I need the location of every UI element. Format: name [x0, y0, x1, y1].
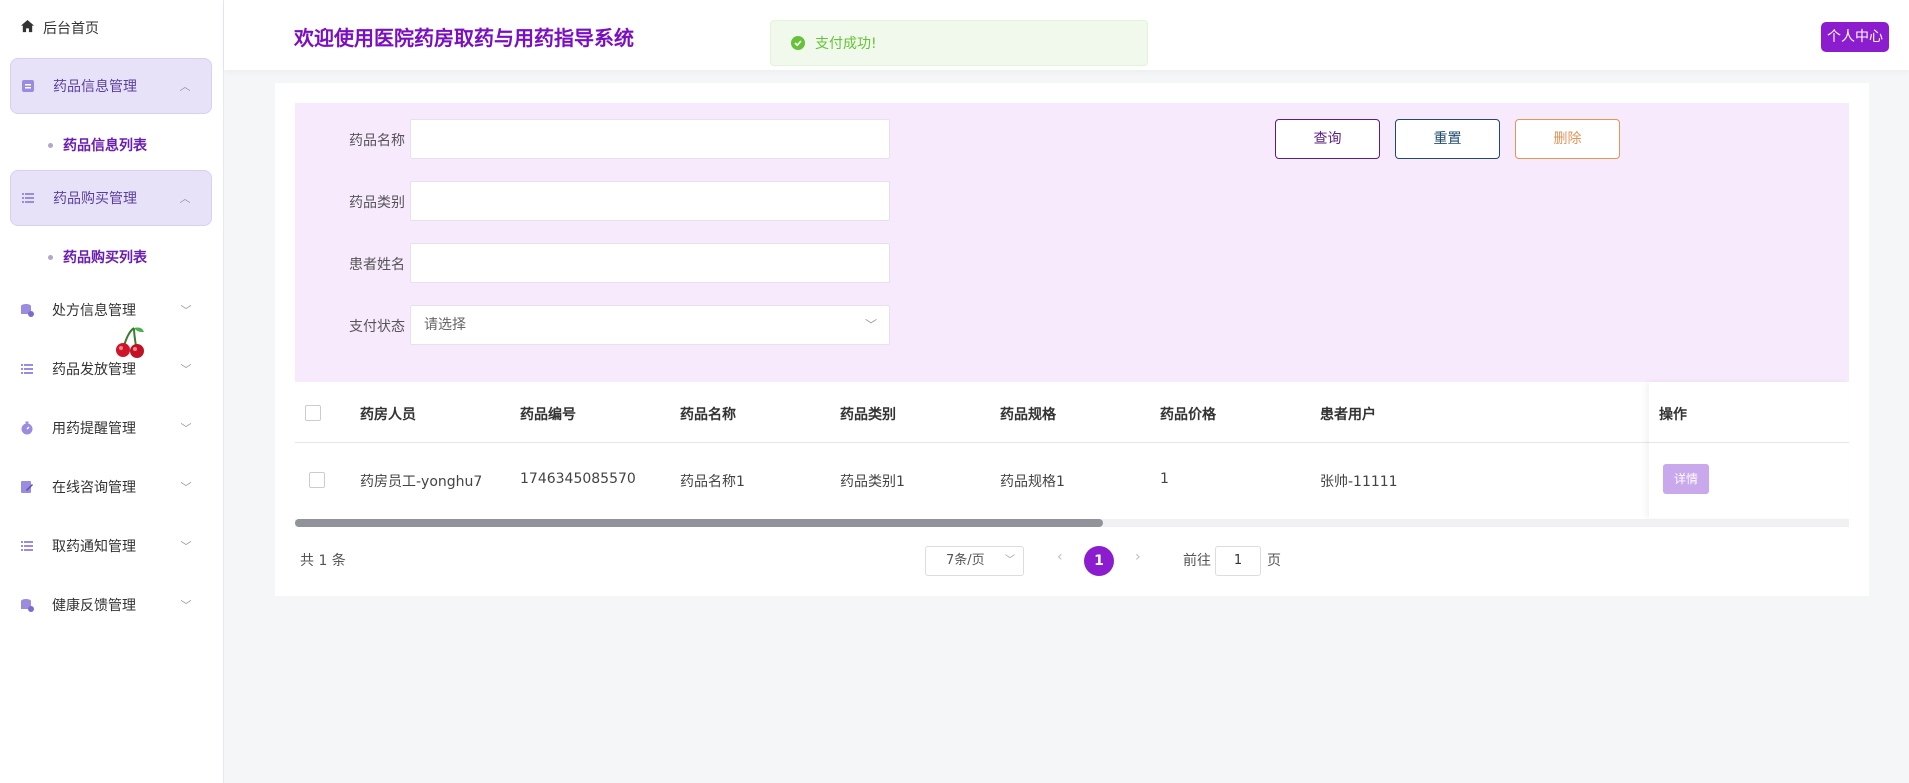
sidebar-group-medication-reminder[interactable]: 用药提醒管理 ﹀	[10, 400, 212, 456]
horizontal-scrollbar[interactable]	[295, 519, 1849, 527]
sidebar-group-pickup-notice[interactable]: 取药通知管理 ﹀	[10, 518, 212, 574]
data-table: 药房人员 药品编号 药品名称 药品类别 药品规格 药品价格 患者用户 药房员工-…	[295, 382, 1849, 527]
table-row: 药房员工-yonghu7 1746345085570 药品名称1 药品类别1 药…	[295, 442, 1849, 518]
list-icon	[20, 539, 34, 553]
chevron-down-icon: ﹀	[180, 422, 192, 435]
sidebar-group-label: 取药通知管理	[52, 539, 136, 555]
sidebar-group-online-consult[interactable]: 在线咨询管理 ﹀	[10, 459, 212, 515]
goto-suffix: 页	[1267, 553, 1281, 569]
sidebar-group-health-feedback[interactable]: 健康反馈管理 ﹀	[10, 577, 212, 633]
sidebar-item-label: 药品购买列表	[63, 250, 147, 266]
sidebar-group-label: 用药提醒管理	[52, 421, 136, 437]
sidebar-group-drug-dispense[interactable]: 药品发放管理 ﹀	[10, 341, 212, 397]
chevron-down-icon: ﹀	[180, 599, 192, 612]
detail-button[interactable]: 详情	[1663, 464, 1709, 494]
column-header[interactable]: 药品名称	[680, 404, 736, 424]
sidebar-home-label: 后台首页	[43, 21, 99, 37]
sidebar-group-drug-purchase[interactable]: 药品购买管理 ︿	[10, 170, 212, 226]
chevron-up-icon: ︿	[179, 80, 191, 93]
divider	[1649, 442, 1849, 443]
column-header[interactable]: 药房人员	[360, 404, 416, 424]
goto-page-input[interactable]: 1	[1215, 546, 1261, 576]
pay-status-select[interactable]: 请选择 ﹀	[410, 305, 890, 345]
reset-button[interactable]: 重置	[1395, 119, 1500, 159]
sidebar-group-prescription[interactable]: 处方信息管理 ﹀	[10, 282, 212, 338]
prev-page-icon[interactable]: ‹	[1057, 549, 1063, 565]
table-cell: 张帅-11111	[1320, 474, 1398, 490]
chevron-down-icon: ﹀	[180, 540, 192, 553]
database-icon	[20, 303, 34, 317]
page-size-value: 7条/页	[946, 553, 985, 568]
main-card: 药品名称 药品类别 患者姓名 支付状态 请选择 ﹀ 查询 重置 删除 药房人员 …	[275, 83, 1869, 596]
table-cell: 药品类别1	[840, 474, 905, 490]
sidebar-item-label: 药品信息列表	[63, 138, 147, 154]
bullet-icon	[48, 254, 53, 260]
edit-doc-icon	[20, 480, 34, 494]
column-header: 操作	[1659, 407, 1687, 423]
chevron-down-icon: ﹀	[180, 304, 192, 317]
pay-status-label: 支付状态	[349, 319, 405, 335]
column-header[interactable]: 药品规格	[1000, 404, 1056, 424]
column-header[interactable]: 药品价格	[1160, 404, 1216, 424]
personal-center-button[interactable]: 个人中心	[1821, 22, 1889, 52]
drug-category-input[interactable]	[410, 181, 890, 221]
column-header[interactable]: 患者用户	[1320, 404, 1376, 424]
sidebar: 后台首页 药品信息管理 ︿ 药品信息列表 药品购买管理 ︿ 药品购买列表 处方信…	[0, 0, 224, 783]
column-header[interactable]: 药品类别	[840, 404, 896, 424]
sidebar-group-label: 药品发放管理	[52, 362, 136, 378]
success-check-icon	[791, 36, 805, 50]
table-cell: 1746345085570	[520, 471, 636, 487]
page-number-current[interactable]: 1	[1084, 546, 1114, 576]
sidebar-item-drug-purchase-list[interactable]: 药品购买列表	[48, 247, 147, 267]
table-header: 药房人员 药品编号 药品名称 药品类别 药品规格 药品价格 患者用户	[295, 382, 1849, 443]
chevron-down-icon: ﹀	[180, 481, 192, 494]
cherry-icon	[112, 324, 148, 360]
column-header[interactable]: 药品编号	[520, 404, 576, 424]
table-cell: 1	[1160, 471, 1169, 487]
drug-name-input[interactable]	[410, 119, 890, 159]
table-cell: 药房员工-yonghu7	[360, 474, 483, 490]
patient-name-label: 患者姓名	[349, 257, 405, 273]
sidebar-item-drug-info-list[interactable]: 药品信息列表	[48, 135, 147, 155]
sidebar-group-label: 药品购买管理	[53, 191, 137, 207]
drug-name-label: 药品名称	[349, 133, 405, 149]
chevron-down-icon: ﹀	[864, 318, 877, 332]
goto-prefix: 前往	[1183, 553, 1211, 569]
search-panel: 药品名称 药品类别 患者姓名 支付状态 请选择 ﹀ 查询 重置 删除	[295, 103, 1849, 382]
success-toast: 支付成功!	[770, 20, 1148, 66]
chevron-down-icon: ﹀	[180, 363, 192, 376]
toast-message: 支付成功!	[815, 36, 877, 52]
sidebar-home[interactable]: 后台首页	[20, 18, 99, 38]
sidebar-group-label: 处方信息管理	[52, 303, 136, 319]
bullet-icon	[48, 142, 53, 148]
scrollbar-thumb[interactable]	[295, 519, 1104, 527]
sidebar-group-drug-info[interactable]: 药品信息管理 ︿	[10, 58, 212, 114]
sidebar-group-label: 药品信息管理	[53, 79, 137, 95]
home-icon	[20, 19, 35, 38]
table-cell: 药品名称1	[680, 474, 745, 490]
database-icon	[20, 598, 34, 612]
query-button[interactable]: 查询	[1275, 119, 1380, 159]
table-cell: 药品规格1	[1000, 474, 1065, 490]
next-page-icon[interactable]: ›	[1135, 549, 1141, 565]
list-icon	[21, 191, 35, 205]
drug-category-label: 药品类别	[349, 195, 405, 211]
pagination-total: 共 1 条	[300, 553, 346, 569]
document-icon	[21, 79, 35, 93]
chevron-down-icon: ﹀	[1005, 555, 1015, 566]
list-icon	[20, 362, 34, 376]
row-checkbox[interactable]	[309, 472, 325, 488]
delete-button[interactable]: 删除	[1515, 119, 1620, 159]
sidebar-group-label: 健康反馈管理	[52, 598, 136, 614]
pay-status-placeholder: 请选择	[424, 317, 466, 333]
operation-column: 操作 详情	[1649, 382, 1849, 518]
sidebar-group-label: 在线咨询管理	[52, 480, 136, 496]
page-size-select[interactable]: 7条/页 ﹀	[925, 546, 1024, 576]
stopwatch-icon	[20, 421, 34, 435]
page-title: 欢迎使用医院药房取药与用药指导系统	[294, 26, 634, 50]
chevron-up-icon: ︿	[179, 192, 191, 205]
patient-name-input[interactable]	[410, 243, 890, 283]
select-all-checkbox[interactable]	[305, 405, 321, 421]
